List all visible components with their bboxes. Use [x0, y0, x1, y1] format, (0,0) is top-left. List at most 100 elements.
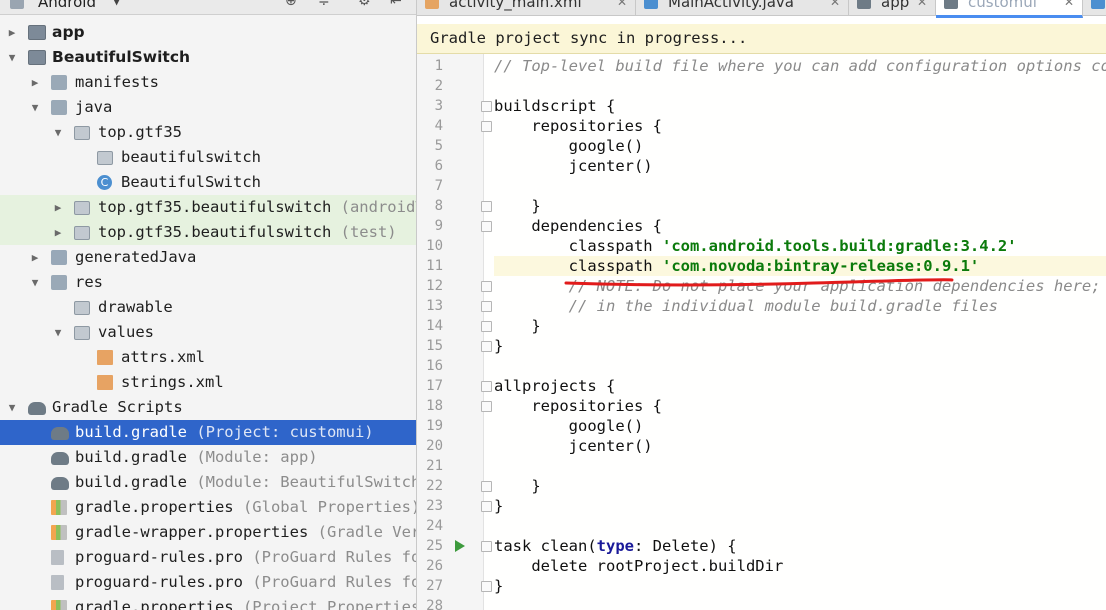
hide-icon[interactable]: ⇤	[390, 0, 402, 9]
expanded-arrow-icon[interactable]: ▼	[52, 320, 64, 345]
editor-tab[interactable]	[1083, 0, 1106, 15]
code-line[interactable]: jcenter()	[494, 436, 1106, 456]
fold-marker-icon[interactable]	[481, 481, 492, 492]
code-line[interactable]: }	[494, 196, 1106, 216]
code-line[interactable]: // in the individual module build.gradle…	[494, 296, 1106, 316]
fold-marker-icon[interactable]	[481, 221, 492, 232]
code-line[interactable]	[494, 456, 1106, 476]
folder-icon	[51, 75, 67, 90]
fold-marker-icon[interactable]	[481, 101, 492, 112]
tree-item[interactable]: gradle.properties (Project Properties)	[0, 595, 416, 610]
gear-icon[interactable]: ⚙	[358, 0, 371, 9]
tree-item[interactable]: attrs.xml	[0, 345, 416, 370]
fold-marker-icon[interactable]	[481, 201, 492, 212]
code-line[interactable]: task clean(type: Delete) {	[494, 536, 1106, 556]
code-line[interactable]: }	[494, 336, 1106, 356]
collapse-all-icon[interactable]: ≑	[318, 0, 330, 9]
tree-item[interactable]: ▼ values	[0, 320, 416, 345]
tree-item[interactable]: C BeautifulSwitch	[0, 170, 416, 195]
tree-item[interactable]: build.gradle (Project: customui)	[0, 420, 416, 445]
tree-item-name: BeautifulSwitch	[121, 173, 261, 191]
expanded-arrow-icon[interactable]: ▼	[52, 120, 64, 145]
tree-item[interactable]: ▶ manifests	[0, 70, 416, 95]
code-line[interactable]: // Top-level build file where you can ad…	[494, 56, 1106, 76]
code-line[interactable]: }	[494, 496, 1106, 516]
code-line[interactable]: classpath 'com.novoda:bintray-release:0.…	[494, 256, 1106, 276]
tree-item[interactable]: ▼ java	[0, 95, 416, 120]
code-line[interactable]: }	[494, 316, 1106, 336]
editor-tab[interactable]: app ✕	[849, 0, 936, 15]
tree-item[interactable]: ▼ top.gtf35	[0, 120, 416, 145]
project-view-header[interactable]: Android ▼ ⊕ ≑ ⚙ ⇤	[0, 0, 416, 15]
fold-marker-icon[interactable]	[481, 581, 492, 592]
code-line[interactable]: allprojects {	[494, 376, 1106, 396]
fold-marker-icon[interactable]	[481, 281, 492, 292]
tree-item[interactable]: ▶ top.gtf35.beautifulswitch (test)	[0, 220, 416, 245]
collapsed-arrow-icon[interactable]: ▶	[29, 70, 41, 95]
collapsed-arrow-icon[interactable]: ▶	[6, 20, 18, 45]
close-icon[interactable]: ✕	[917, 0, 927, 12]
fold-marker-icon[interactable]	[481, 501, 492, 512]
close-icon[interactable]: ✕	[830, 0, 840, 12]
code-line[interactable]: classpath 'com.android.tools.build:gradl…	[494, 236, 1106, 256]
editor-tab[interactable]: customui ✕	[936, 0, 1083, 18]
expanded-arrow-icon[interactable]: ▼	[6, 45, 18, 70]
code-line[interactable]	[494, 596, 1106, 610]
code-line[interactable]: dependencies {	[494, 216, 1106, 236]
close-icon[interactable]: ✕	[1064, 0, 1074, 12]
code-line[interactable]	[494, 176, 1106, 196]
expanded-arrow-icon[interactable]: ▼	[6, 395, 18, 420]
tree-item[interactable]: drawable	[0, 295, 416, 320]
project-view-selector[interactable]: Android	[38, 0, 96, 11]
tree-item-label: proguard-rules.pro (ProGuard Rules for	[75, 570, 417, 595]
close-icon[interactable]: ✕	[617, 0, 627, 12]
tree-item[interactable]: build.gradle (Module: BeautifulSwitch)	[0, 470, 416, 495]
tree-item[interactable]: ▼ BeautifulSwitch	[0, 45, 416, 70]
code-line[interactable]	[494, 76, 1106, 96]
line-number: 12	[426, 278, 443, 294]
tree-item[interactable]: beautifulswitch	[0, 145, 416, 170]
code-line[interactable]: repositories {	[494, 396, 1106, 416]
code-line[interactable]: buildscript {	[494, 96, 1106, 116]
fold-marker-icon[interactable]	[481, 401, 492, 412]
editor-tab[interactable]: MainActivity.java ✕	[636, 0, 849, 15]
fold-marker-icon[interactable]	[481, 321, 492, 332]
code-line[interactable]	[494, 356, 1106, 376]
code-keyword: type	[596, 537, 634, 555]
tree-item[interactable]: proguard-rules.pro (ProGuard Rules for	[0, 570, 416, 595]
code-line[interactable]: }	[494, 476, 1106, 496]
tree-item[interactable]: proguard-rules.pro (ProGuard Rules for	[0, 545, 416, 570]
code-line[interactable]: google()	[494, 416, 1106, 436]
tree-item[interactable]: gradle.properties (Global Properties)	[0, 495, 416, 520]
tree-item-hint: (ProGuard Rules for	[242, 573, 417, 591]
fold-marker-icon[interactable]	[481, 381, 492, 392]
fold-marker-icon[interactable]	[481, 341, 492, 352]
collapsed-arrow-icon[interactable]: ▶	[52, 220, 64, 245]
tree-item[interactable]: ▼ res	[0, 270, 416, 295]
expanded-arrow-icon[interactable]: ▼	[29, 270, 41, 295]
expanded-arrow-icon[interactable]: ▼	[29, 95, 41, 120]
editor-tab[interactable]: activity_main.xml ✕	[417, 0, 636, 15]
tree-item[interactable]: ▶ generatedJava	[0, 245, 416, 270]
tree-item[interactable]: gradle-wrapper.properties (Gradle Vers	[0, 520, 416, 545]
chevron-down-icon[interactable]: ▼	[112, 0, 121, 7]
run-task-icon[interactable]	[455, 540, 465, 552]
collapsed-arrow-icon[interactable]: ▶	[29, 245, 41, 270]
tree-item[interactable]: strings.xml	[0, 370, 416, 395]
code-line[interactable]: jcenter()	[494, 156, 1106, 176]
tree-item[interactable]: ▼ Gradle Scripts	[0, 395, 416, 420]
code-line[interactable]: }	[494, 576, 1106, 596]
code-line[interactable]: delete rootProject.buildDir	[494, 556, 1106, 576]
tree-item[interactable]: ▶ app	[0, 20, 416, 45]
code-line[interactable]	[494, 516, 1106, 536]
tree-item[interactable]: build.gradle (Module: app)	[0, 445, 416, 470]
fold-marker-icon[interactable]	[481, 121, 492, 132]
fold-marker-icon[interactable]	[481, 541, 492, 552]
collapsed-arrow-icon[interactable]: ▶	[52, 195, 64, 220]
code-line[interactable]: google()	[494, 136, 1106, 156]
tree-item[interactable]: ▶ top.gtf35.beautifulswitch (androidTe	[0, 195, 416, 220]
locate-icon[interactable]: ⊕	[285, 0, 297, 9]
fold-marker-icon[interactable]	[481, 301, 492, 312]
code-line[interactable]: repositories {	[494, 116, 1106, 136]
code-editor[interactable]: 1 2 3 4 5 6 7 8 9 10 11 12 13 14 15 16 17 18 19 20 21 22 23 24 2…	[417, 54, 1106, 610]
